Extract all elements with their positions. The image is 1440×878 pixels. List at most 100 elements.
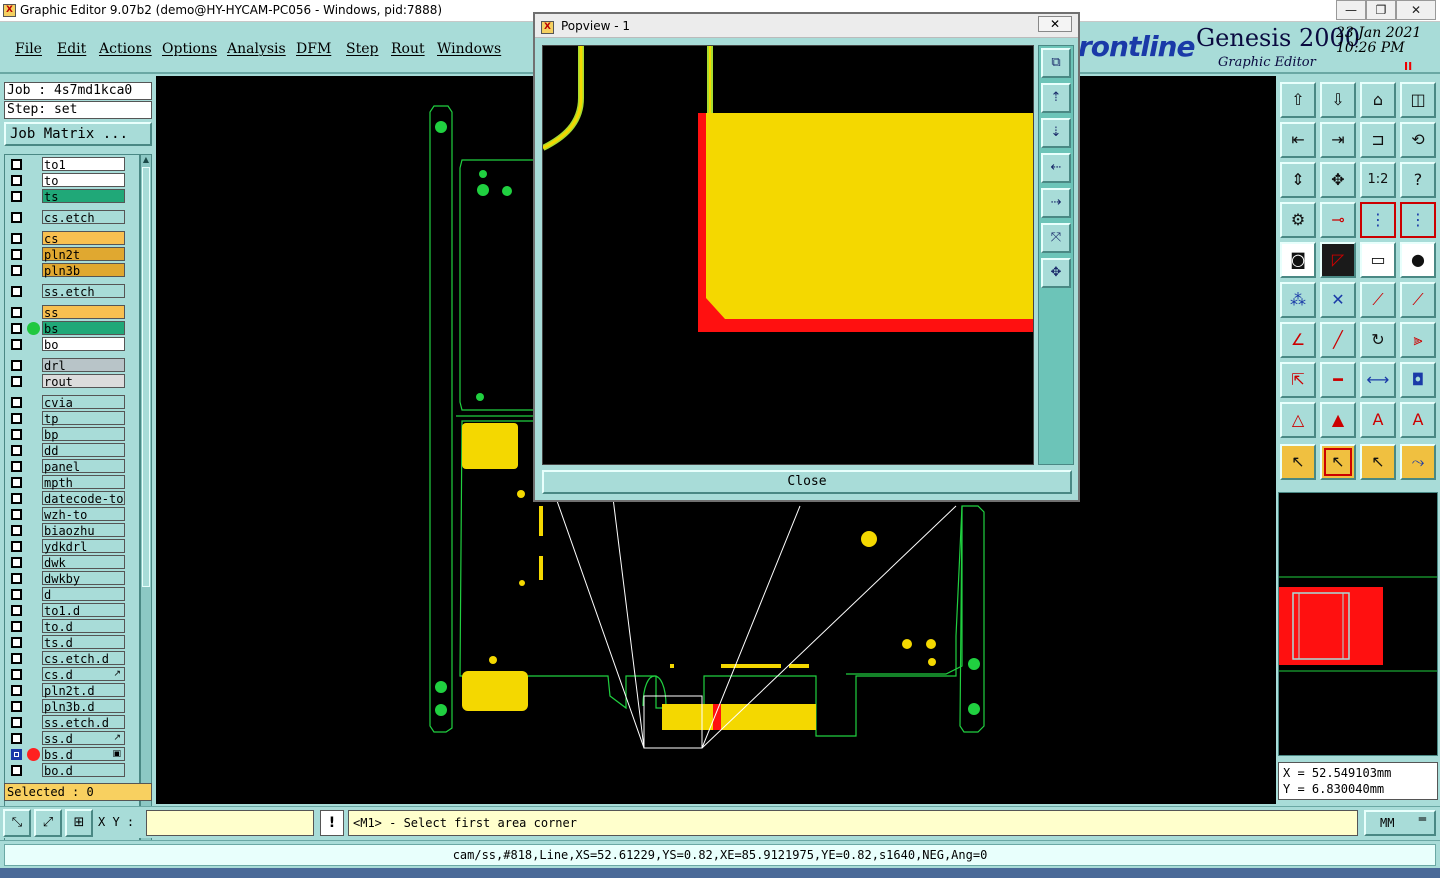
upload-layer-icon[interactable]: ⇧ — [1280, 82, 1316, 118]
layer-name[interactable]: ss.etch.d — [42, 715, 125, 730]
home-icon[interactable]: ⌂ — [1360, 82, 1396, 118]
layer-row[interactable]: ss — [7, 305, 127, 320]
layer-name[interactable]: to — [42, 173, 125, 188]
layer-checkbox[interactable] — [11, 749, 22, 760]
layer-name[interactable]: bo.d — [42, 763, 125, 778]
layer-name[interactable]: ss.d ↗ — [42, 731, 125, 746]
job-matrix-button[interactable]: Job Matrix ... — [4, 122, 152, 146]
layer-checkbox[interactable] — [11, 233, 22, 244]
layer-row[interactable]: pln2t.d — [7, 683, 127, 698]
popview-close-button[interactable]: Close — [542, 470, 1072, 494]
layer-name[interactable]: biaozhu — [42, 523, 125, 538]
layer-row[interactable]: ts — [7, 189, 127, 204]
layer-row[interactable]: drl — [7, 358, 127, 373]
minimize-button[interactable]: — — [1336, 0, 1366, 20]
popview-window-icon[interactable]: ⧉ — [1041, 48, 1071, 78]
select-edge-icon[interactable]: ⤢ — [34, 809, 62, 837]
menu-analysis[interactable]: Analysis — [227, 41, 286, 57]
layer-row[interactable]: cs.d ↗ — [7, 667, 127, 682]
select-area-icon[interactable]: ⊞ — [65, 809, 93, 837]
span-icon[interactable]: ⟷ — [1360, 362, 1396, 398]
menu-rout[interactable]: Rout — [391, 41, 425, 57]
zoom-vertical-icon[interactable]: ⇕ — [1280, 162, 1316, 198]
menu-edit[interactable]: Edit — [57, 41, 86, 57]
layer-checkbox[interactable] — [11, 286, 22, 297]
layer-row[interactable]: biaozhu — [7, 523, 127, 538]
layer-name[interactable]: to1.d — [42, 603, 125, 618]
layer-checkbox[interactable] — [11, 605, 22, 616]
layer-row[interactable]: bo — [7, 337, 127, 352]
shapes-icon[interactable]: ◘ — [1400, 362, 1436, 398]
layer-row[interactable]: to1.d — [7, 603, 127, 618]
layer-name[interactable]: to1 — [42, 157, 125, 172]
layer-checkbox[interactable] — [11, 191, 22, 202]
window-split-icon[interactable]: ◫ — [1400, 82, 1436, 118]
layer-checkbox[interactable] — [11, 525, 22, 536]
maximize-button[interactable]: ❐ — [1366, 0, 1396, 20]
pan-left-tool-icon[interactable]: ⇤ — [1280, 122, 1316, 158]
ruler-icon[interactable]: ▭ — [1360, 242, 1396, 278]
layer-name[interactable]: drl — [42, 358, 125, 373]
layer-checkbox[interactable] — [11, 621, 22, 632]
layer-checkbox[interactable] — [11, 265, 22, 276]
layer-name[interactable]: bo — [42, 337, 125, 352]
zoom-area-icon[interactable]: ⊐ — [1360, 122, 1396, 158]
xy-input[interactable] — [146, 810, 314, 836]
layer-name[interactable]: to.d — [42, 619, 125, 634]
scroll-thumb[interactable] — [142, 167, 150, 587]
triangle-3-icon[interactable]: A — [1360, 402, 1396, 438]
layer-checkbox[interactable] — [11, 323, 22, 334]
zoom-fit-icon[interactable]: ⤧ — [1041, 223, 1071, 253]
layer-checkbox[interactable] — [11, 685, 22, 696]
menu-step[interactable]: Step — [346, 41, 378, 57]
layer-checkbox[interactable] — [11, 413, 22, 424]
layer-checkbox[interactable] — [11, 717, 22, 728]
layer-name[interactable]: pln3b — [42, 263, 125, 278]
layer-checkbox[interactable] — [11, 509, 22, 520]
layer-name[interactable]: cs.etch.d — [42, 651, 125, 666]
zoom-home-icon[interactable]: ✥ — [1041, 258, 1071, 288]
layer-name[interactable]: bs.d ▣ — [42, 747, 125, 762]
pan-right-tool-icon[interactable]: ⇥ — [1320, 122, 1356, 158]
select-box-icon[interactable]: ↖ — [1320, 444, 1356, 480]
layer-checkbox[interactable] — [11, 669, 22, 680]
layer-row[interactable]: d — [7, 587, 127, 602]
layer-row[interactable]: pln3b — [7, 263, 127, 278]
layer-checkbox[interactable] — [11, 175, 22, 186]
layer-checkbox[interactable] — [11, 765, 22, 776]
layer-row[interactable]: bs.d ▣ — [7, 747, 127, 762]
close-window-button[interactable]: ✕ — [1396, 0, 1436, 20]
net-select-icon[interactable]: ⋮ — [1400, 202, 1436, 238]
layer-checkbox[interactable] — [11, 445, 22, 456]
triangle-2-icon[interactable]: ▲ — [1320, 402, 1356, 438]
layer-row[interactable]: dd — [7, 443, 127, 458]
layer-row[interactable]: cs — [7, 231, 127, 246]
units-select[interactable]: MM ═ — [1364, 810, 1436, 836]
select-round-icon[interactable]: ↖ — [1360, 444, 1396, 480]
layer-row[interactable]: pln3b.d — [7, 699, 127, 714]
layer-checkbox[interactable] — [11, 249, 22, 260]
layer-name[interactable]: pln2t.d — [42, 683, 125, 698]
layer-row[interactable]: tp — [7, 411, 127, 426]
overview-map[interactable] — [1278, 492, 1438, 756]
layer-list-scrollbar[interactable]: ▲ ▼ — [140, 154, 152, 854]
layer-checkbox[interactable] — [11, 637, 22, 648]
popview-titlebar[interactable]: X Popview - 1 ✕ — [535, 14, 1078, 38]
layer-name[interactable]: cs.d ↗ — [42, 667, 125, 682]
layer-row[interactable]: mpth — [7, 475, 127, 490]
layer-checkbox[interactable] — [11, 159, 22, 170]
layer-checkbox[interactable] — [11, 557, 22, 568]
layer-name[interactable]: pln3b.d — [42, 699, 125, 714]
layer-checkbox[interactable] — [11, 339, 22, 350]
layer-row[interactable]: pln2t — [7, 247, 127, 262]
layer-name[interactable]: ts.d — [42, 635, 125, 650]
layer-row[interactable]: cs.etch — [7, 210, 127, 225]
layer-checkbox[interactable] — [11, 477, 22, 488]
layer-checkbox[interactable] — [11, 493, 22, 504]
pan-left-icon[interactable]: ⇠ — [1041, 153, 1071, 183]
menu-file[interactable]: File — [15, 41, 42, 57]
triangle-4-icon[interactable]: A — [1400, 402, 1436, 438]
layer-row[interactable]: panel — [7, 459, 127, 474]
layer-row[interactable]: cs.etch.d — [7, 651, 127, 666]
layer-name[interactable]: datecode-to — [42, 491, 125, 506]
